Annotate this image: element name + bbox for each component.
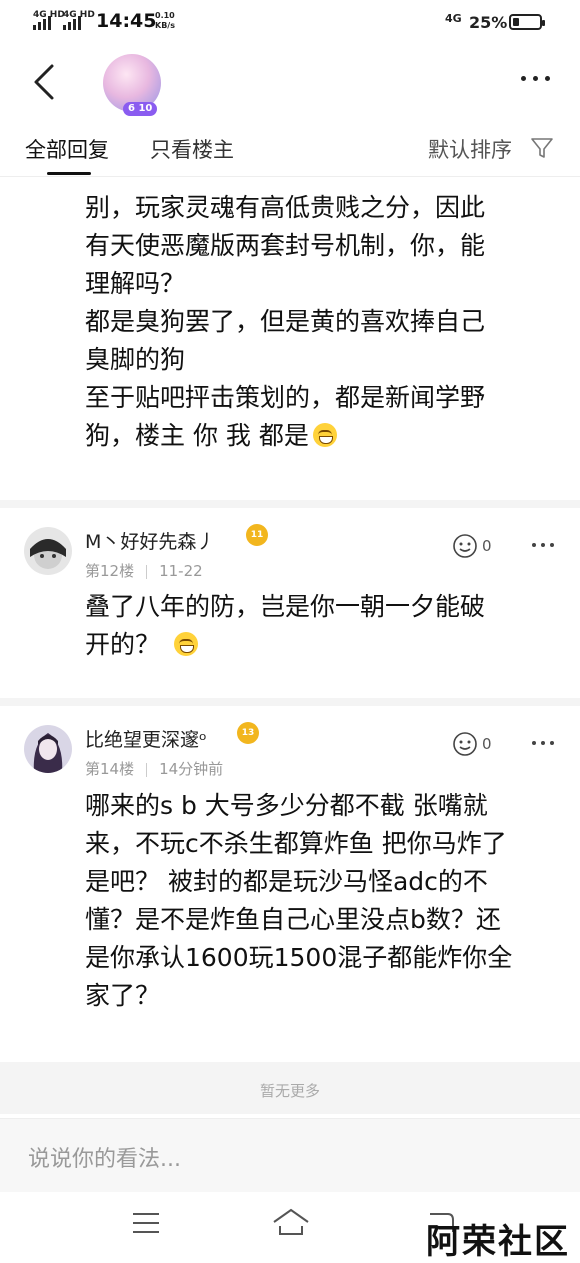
signal-icon-2 xyxy=(63,16,81,30)
comment-line: 开的？ xyxy=(85,626,555,664)
comment-line: 来，不玩c不杀生都算炸鱼 把你马炸了 xyxy=(85,829,507,858)
username[interactable]: M丶好好先森丿 xyxy=(85,527,215,554)
network-speed: 0.10 KB/s xyxy=(155,11,175,31)
floor-number: 第12楼 xyxy=(85,562,135,580)
comment-line: 懂？是不是炸鱼自己心里没点b数？还 xyxy=(85,905,501,934)
comment-line: 家了？ xyxy=(85,981,161,1010)
like-count: 0 xyxy=(482,735,492,753)
post-line-text: 狗，楼主 你 我 都是 xyxy=(85,421,309,450)
battery-icon xyxy=(509,14,545,30)
sort-button[interactable]: 默认排序 xyxy=(428,134,512,164)
level-badge: 13 xyxy=(237,722,259,744)
level-badge: 11 xyxy=(246,524,268,546)
more-options-icon[interactable] xyxy=(532,741,554,745)
active-tab-indicator xyxy=(47,172,91,175)
battery-percent: 25% xyxy=(469,13,508,32)
comment-line: 是吧？ 被封的都是玩沙马怪adc的不 xyxy=(85,867,488,896)
user-avatar-image xyxy=(24,725,72,773)
like-count: 0 xyxy=(482,537,492,555)
post-line: 臭脚的狗 xyxy=(85,345,186,374)
reply-input-bar[interactable]: 说说你的看法... xyxy=(0,1118,580,1193)
avatar-level-badge: 6 10 xyxy=(123,102,158,116)
chevron-left-icon[interactable] xyxy=(30,62,62,102)
emoji-icon xyxy=(174,632,199,656)
watermark: 阿荣社区 xyxy=(426,1222,570,1262)
comment-time: 11-22 xyxy=(159,562,203,580)
grin-emoji-icon xyxy=(312,423,337,447)
status-bar: 4G HD 4G HD 14:45 0.10 KB/s 4G 25% xyxy=(0,0,580,44)
reply-tabs: 全部回复 只看楼主 默认排序 xyxy=(0,120,580,177)
battery-fill xyxy=(513,18,519,26)
comment-time: 14分钟前 xyxy=(159,760,224,778)
home-icon[interactable] xyxy=(272,1208,310,1236)
more-horizontal-icon[interactable] xyxy=(521,76,550,81)
funnel-icon[interactable] xyxy=(530,136,554,160)
signal-icon-1 xyxy=(33,16,51,30)
clock: 14:45 xyxy=(96,10,157,32)
floor-number: 第14楼 xyxy=(85,760,135,778)
more-options-icon[interactable] xyxy=(532,543,554,547)
comment-meta: 第14楼 14分钟前 xyxy=(85,758,223,779)
comment-line: 是你承认1600玩1500混子都能炸你全 xyxy=(85,943,513,972)
no-more-label: 暂无更多 xyxy=(259,1082,320,1100)
like-icon[interactable] xyxy=(452,533,478,559)
tab-host-only[interactable]: 只看楼主 xyxy=(150,134,234,164)
post-line: 狗，楼主 你 我 都是 xyxy=(85,417,555,455)
comment-line: 哪来的s b 大号多少分都不截 张嘴就 xyxy=(85,791,488,820)
post-line: 理解吗？ xyxy=(85,269,186,298)
reply-input-placeholder[interactable]: 说说你的看法... xyxy=(28,1141,181,1173)
post-line: 都是臭狗罢了，但是黄的喜欢捧自己 xyxy=(85,307,486,336)
post-line: 有天使恶魔版两套封号机制，你，能 xyxy=(85,231,486,260)
post-line: 别，玩家灵魂有高低贵贱之分，因此 xyxy=(85,193,486,222)
comment-line: 叠了八年的防，岂是你一朝一夕能破 xyxy=(85,592,486,621)
divider xyxy=(0,698,580,706)
like-icon[interactable] xyxy=(452,731,478,757)
comment-line-text: 开的？ xyxy=(85,630,161,659)
speed-value: 0.10 xyxy=(155,11,175,20)
username[interactable]: 比绝望更深邃ᵒ xyxy=(85,725,207,752)
comment-meta: 第12楼 11-22 xyxy=(85,560,203,581)
top-nav: 6 10 xyxy=(0,44,580,120)
tab-all-replies[interactable]: 全部回复 xyxy=(25,134,109,164)
avatar[interactable] xyxy=(24,725,72,773)
divider xyxy=(0,500,580,508)
post-body: 别，玩家灵魂有高低贵贱之分，因此 有天使恶魔版两套封号机制，你，能 理解吗？ 都… xyxy=(85,189,555,455)
speed-unit: KB/s xyxy=(155,21,175,30)
post-line: 至于贴吧抨击策划的，都是新闻学野 xyxy=(85,383,486,412)
menu-icon[interactable] xyxy=(132,1212,160,1234)
comment-body: 叠了八年的防，岂是你一朝一夕能破 开的？ xyxy=(85,588,555,664)
avatar[interactable] xyxy=(24,527,72,575)
user-avatar-image xyxy=(24,527,72,575)
forum-avatar[interactable]: 6 10 xyxy=(103,54,161,116)
comment-body: 哪来的s b 大号多少分都不截 张嘴就 来，不玩c不杀生都算炸鱼 把你马炸了 是… xyxy=(85,787,555,1015)
network-type: 4G xyxy=(445,12,462,25)
